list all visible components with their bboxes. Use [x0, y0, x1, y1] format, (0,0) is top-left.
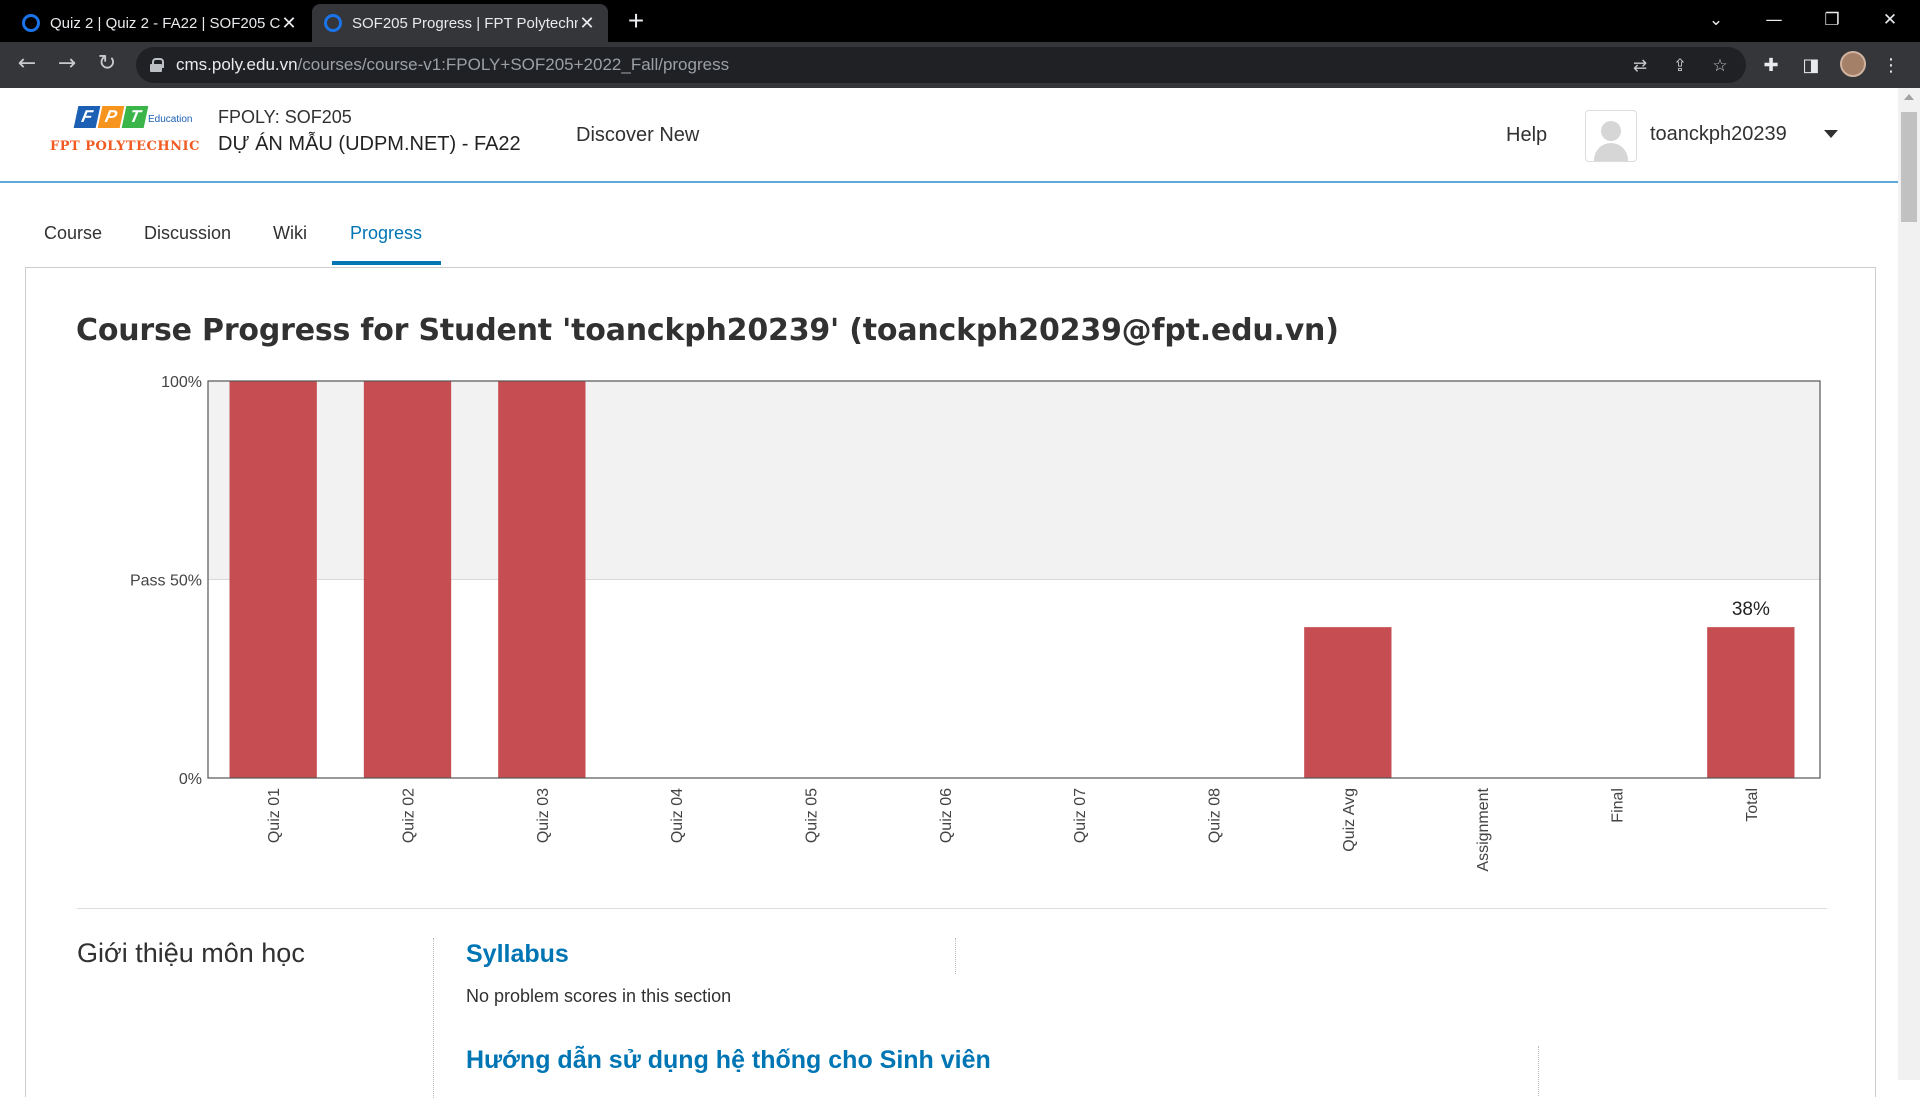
chart-bar	[363, 381, 452, 778]
chart-bar	[498, 381, 586, 778]
close-tab-icon[interactable]: ✕	[578, 13, 596, 34]
user-avatar[interactable]	[1585, 110, 1637, 162]
reload-icon[interactable]: ↻	[92, 50, 122, 80]
x-tick-label: Quiz 01	[266, 788, 283, 843]
logo-letter: F	[73, 106, 101, 128]
avatar-body	[1594, 143, 1628, 161]
course-org: FPOLY: SOF205	[218, 107, 352, 127]
browser-tab-title: Quiz 2 | Quiz 2 - FA22 | SOF205 C	[50, 14, 280, 32]
item-divider	[1538, 1046, 1539, 1096]
window-close-icon[interactable]: ✕	[1862, 0, 1918, 42]
menu-icon[interactable]: ⋮	[1879, 54, 1903, 78]
logo-education-text: Education	[148, 114, 193, 125]
translate-icon[interactable]: ⇄	[1629, 55, 1651, 77]
y-tick-label: 100%	[161, 374, 202, 391]
x-tick-label: Total	[1744, 788, 1761, 822]
restore-icon[interactable]: ❐	[1804, 0, 1860, 42]
site-header: F P T Education FPT POLYTECHNIC FPOLY: S…	[0, 88, 1898, 183]
profile-avatar[interactable]	[1840, 51, 1866, 77]
discover-new-link[interactable]: Discover New	[576, 124, 699, 147]
tab-wiki[interactable]: Wiki	[273, 223, 307, 244]
course-name: DỰ ÁN MẪU (UDPM.NET) - FA22	[218, 133, 521, 155]
x-tick-label: Assignment	[1475, 787, 1492, 871]
progress-card: Course Progress for Student 'toanckph202…	[25, 267, 1876, 1098]
scroll-up-arrow-icon[interactable]	[1904, 94, 1914, 100]
y-tick-label: 0%	[179, 771, 202, 788]
address-bar[interactable]: cms.poly.edu.vn/courses/course-v1:FPOLY+…	[136, 47, 1746, 83]
chapter-divider	[433, 938, 434, 1098]
avatar-head	[1601, 121, 1621, 141]
data-label: 38%	[1732, 599, 1770, 620]
extensions-icon[interactable]: ✚	[1759, 54, 1783, 78]
tab-progress[interactable]: Progress	[350, 223, 422, 244]
fpt-polytechnic-logo[interactable]: F P T Education FPT POLYTECHNIC	[48, 106, 200, 162]
syllabus-link[interactable]: Syllabus	[466, 940, 569, 969]
browser-tabstrip: Quiz 2 | Quiz 2 - FA22 | SOF205 C ✕ SOF2…	[0, 0, 1920, 42]
lock-icon[interactable]	[150, 58, 164, 72]
user-menu-caret-icon[interactable]	[1824, 130, 1838, 138]
guide-link[interactable]: Hướng dẫn sử dụng hệ thống cho Sinh viên	[466, 1046, 991, 1075]
course-tabs: Course Discussion Wiki Progress	[0, 183, 1898, 267]
chart-bar	[229, 381, 317, 778]
url-host: cms.poly.edu.vn	[176, 55, 298, 74]
progress-chart: 0% Pass 50% 100% Quiz 01 Quiz 02 Quiz 03 Quiz …	[130, 374, 1821, 872]
x-tick-label: Final	[1610, 788, 1627, 823]
forward-icon[interactable]: →	[52, 50, 82, 80]
url-path: /courses/course-v1:FPOLY+SOF205+2022_Fal…	[297, 55, 730, 74]
chart-bar	[1707, 627, 1795, 778]
y-tick-label: Pass 50%	[130, 573, 202, 590]
x-tick-label: Quiz 04	[669, 788, 686, 843]
x-tick-label: Quiz 08	[1207, 788, 1224, 843]
tab-search-icon[interactable]: ⌄	[1688, 0, 1744, 42]
tab-course[interactable]: Course	[44, 223, 102, 244]
username-link[interactable]: toanckph20239	[1650, 123, 1787, 146]
x-tick-label: Quiz 07	[1072, 788, 1089, 843]
back-icon[interactable]: ←	[12, 50, 42, 80]
browser-tab-quiz[interactable]: Quiz 2 | Quiz 2 - FA22 | SOF205 C ✕	[10, 4, 310, 42]
browser-toolbar: ← → ↻ cms.poly.edu.vn/courses/course-v1:…	[0, 42, 1920, 88]
side-panel-icon[interactable]: ◨	[1799, 54, 1823, 78]
minimize-icon[interactable]: —	[1746, 0, 1802, 42]
x-tick-label: Quiz 06	[938, 788, 955, 843]
item-divider	[955, 938, 956, 974]
logo-letter: T	[121, 106, 149, 128]
chart-bar	[1304, 627, 1392, 778]
logo-name: FPT POLYTECHNIC	[50, 139, 200, 154]
chapter-title: Giới thiệu môn học	[77, 938, 305, 968]
scroll-thumb[interactable]	[1901, 112, 1917, 222]
logo-fpt-mark: F P T	[73, 106, 149, 128]
section-divider	[77, 908, 1827, 909]
bookmark-star-icon[interactable]: ☆	[1709, 55, 1731, 77]
browser-tab-title: SOF205 Progress | FPT Polytechni	[352, 14, 578, 32]
tab-discussion[interactable]: Discussion	[144, 223, 231, 244]
help-link[interactable]: Help	[1506, 124, 1547, 147]
new-tab-button[interactable]: +	[620, 6, 652, 38]
page-scrollbar[interactable]	[1898, 88, 1920, 1080]
browser-tab-progress[interactable]: SOF205 Progress | FPT Polytechni ✕	[312, 4, 608, 42]
logo-letter: P	[97, 106, 125, 128]
x-tick-label: Quiz 05	[804, 788, 821, 843]
close-tab-icon[interactable]: ✕	[280, 13, 298, 34]
x-tick-label: Quiz 02	[401, 788, 418, 843]
x-tick-label: Quiz 03	[535, 788, 552, 843]
syllabus-score-text: No problem scores in this section	[466, 986, 732, 1006]
x-tick-label: Quiz Avg	[1341, 788, 1358, 852]
active-tab-indicator	[332, 261, 441, 265]
loading-icon	[22, 14, 40, 32]
share-icon[interactable]: ⇪	[1669, 55, 1691, 77]
loading-icon	[324, 14, 342, 32]
